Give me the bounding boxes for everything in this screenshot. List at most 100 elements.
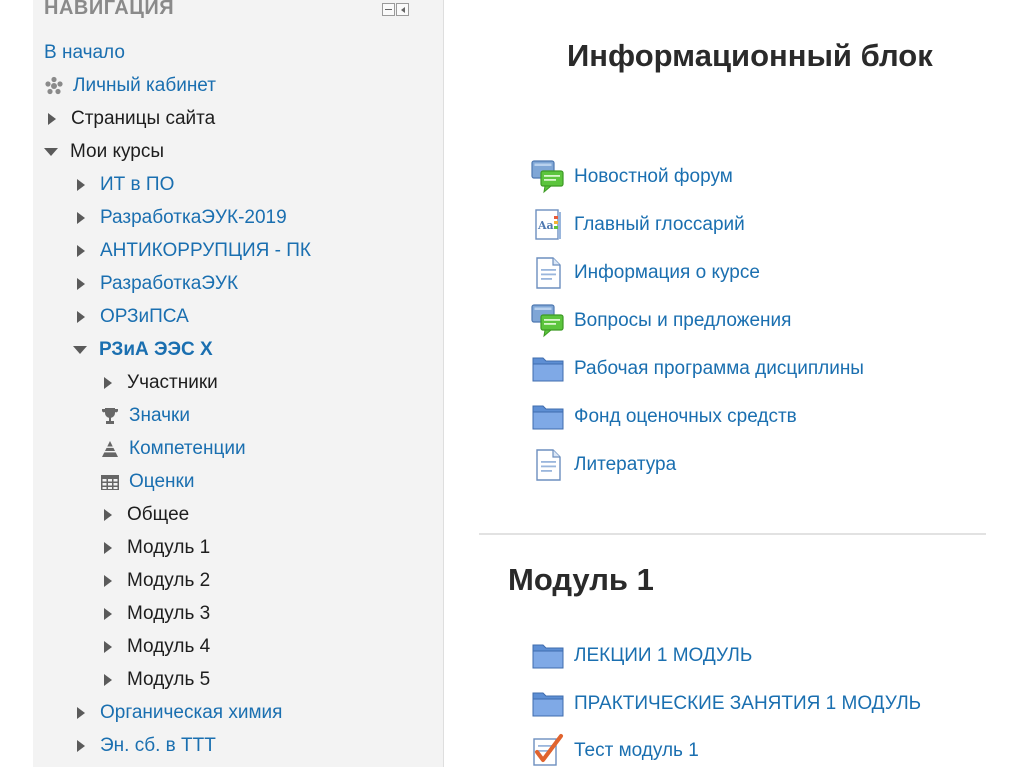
nav-item-label: В начало [44, 42, 125, 63]
collapsed-triangle-icon[interactable] [77, 740, 85, 752]
nav-item[interactable]: Участники [100, 370, 218, 396]
nav-item-label: РазработкаЭУК-2019 [100, 207, 287, 228]
activity-label[interactable]: Тест модуль 1 [574, 740, 699, 762]
nav-item[interactable]: Органическая химия [73, 700, 282, 726]
nav-item-label: Значки [129, 405, 190, 426]
dashboard-icon [44, 76, 64, 96]
collapsed-triangle-icon[interactable] [104, 608, 112, 620]
collapsed-triangle-icon[interactable] [77, 707, 85, 719]
nav-item-label: Модуль 4 [127, 636, 211, 657]
activity-link[interactable]: Новостной форум [530, 159, 733, 195]
page-icon [530, 255, 566, 291]
nav-item[interactable]: Страницы сайта [44, 106, 215, 132]
activity-label[interactable]: Информация о курсе [574, 262, 760, 284]
activity-label[interactable]: Рабочая программа дисциплины [574, 358, 864, 380]
page-icon [530, 447, 566, 483]
nav-item-label: Модуль 3 [127, 603, 211, 624]
nav-item[interactable]: Модуль 4 [100, 634, 210, 660]
nav-item[interactable]: Модуль 1 [100, 535, 210, 561]
collapsed-triangle-icon[interactable] [104, 377, 112, 389]
activity-label[interactable]: Главный глоссарий [574, 214, 745, 236]
nav-item[interactable]: Мои курсы [44, 139, 164, 165]
activity-label[interactable]: ПРАКТИЧЕСКИЕ ЗАНЯТИЯ 1 МОДУЛЬ [574, 693, 921, 715]
collapsed-triangle-icon[interactable] [77, 278, 85, 290]
nav-item-label: Участники [127, 372, 218, 393]
nav-item[interactable]: Компетенции [100, 436, 246, 462]
info-block-title: Информационный блок [567, 38, 933, 73]
nav-item[interactable]: Оценки [100, 469, 194, 495]
activity-link[interactable]: ПРАКТИЧЕСКИЕ ЗАНЯТИЯ 1 МОДУЛЬ [530, 686, 921, 722]
collapsed-triangle-icon[interactable] [77, 245, 85, 257]
competencies-icon [100, 439, 120, 459]
page: НАВИГАЦИЯ В начало Личный кабинет Страницы… [0, 0, 1024, 767]
nav-item-label: Компетенции [129, 438, 246, 459]
nav-item[interactable]: АНТИКОРРУПЦИЯ - ПК [73, 238, 311, 264]
nav-item[interactable]: Модуль 3 [100, 601, 210, 627]
collapsed-triangle-icon[interactable] [77, 179, 85, 191]
collapsed-triangle-icon[interactable] [104, 641, 112, 653]
collapsed-triangle-icon[interactable] [77, 311, 85, 323]
nav-item[interactable]: РЗиА ЭЭС Х [73, 337, 213, 363]
nav-item[interactable]: Личный кабинет [44, 73, 216, 99]
nav-item[interactable]: Эн. сб. в ТТТ [73, 733, 216, 759]
expanded-triangle-icon[interactable] [44, 148, 58, 156]
navigation-header: НАВИГАЦИЯ [44, 0, 175, 19]
nav-item[interactable]: РазработкаЭУК [73, 271, 238, 297]
nav-item[interactable]: РазработкаЭУК-2019 [73, 205, 287, 231]
navigation-block: НАВИГАЦИЯ В начало Личный кабинет Страницы… [33, 0, 444, 767]
activity-link[interactable]: ЛЕКЦИИ 1 МОДУЛЬ [530, 638, 752, 674]
nav-item-label: Модуль 2 [127, 570, 211, 591]
activity-link[interactable]: Литература [530, 447, 676, 483]
activity-link[interactable]: Фонд оценочных средств [530, 399, 797, 435]
nav-item-label: Личный кабинет [73, 75, 216, 96]
nav-item[interactable]: Значки [100, 403, 190, 429]
block-controls [382, 3, 409, 16]
activity-link[interactable]: Информация о курсе [530, 255, 760, 291]
activity-link[interactable]: Рабочая программа дисциплины [530, 351, 864, 387]
nav-item[interactable]: В начало [44, 40, 125, 66]
nav-item-label: ИТ в ПО [100, 174, 175, 195]
section-divider [479, 533, 986, 535]
nav-item-label: Страницы сайта [71, 108, 216, 129]
activity-label[interactable]: Новостной форум [574, 166, 733, 188]
nav-item[interactable]: ИТ в ПО [73, 172, 174, 198]
nav-item-label: Модуль 1 [127, 537, 211, 558]
expanded-triangle-icon[interactable] [73, 346, 87, 354]
nav-item-label: РазработкаЭУК [100, 273, 239, 294]
collapsed-triangle-icon[interactable] [48, 113, 56, 125]
nav-item-label: Модуль 5 [127, 669, 211, 690]
module1-title: Модуль 1 [508, 562, 654, 597]
svg-text:Aa: Aa [537, 219, 554, 232]
nav-item-label: Оценки [129, 471, 195, 492]
folder-icon [530, 351, 566, 387]
activity-label[interactable]: Литература [574, 454, 676, 476]
nav-item[interactable]: Модуль 2 [100, 568, 210, 594]
forum-icon [530, 159, 566, 195]
folder-icon [530, 399, 566, 435]
activity-link[interactable]: Aa Главный глоссарий [530, 207, 745, 243]
collapse-block-button[interactable] [382, 3, 395, 16]
activity-label[interactable]: Фонд оценочных средств [574, 406, 797, 428]
activity-link[interactable]: Вопросы и предложения [530, 303, 791, 339]
activity-label[interactable]: ЛЕКЦИИ 1 МОДУЛЬ [574, 645, 752, 667]
trophy-icon [100, 406, 120, 426]
activity-link[interactable]: Тест модуль 1 [530, 733, 699, 767]
nav-item-label: АНТИКОРРУПЦИЯ - ПК [100, 240, 311, 261]
nav-item[interactable]: Модуль 5 [100, 667, 210, 693]
activity-label[interactable]: Вопросы и предложения [574, 310, 791, 332]
nav-item-label: Органическая химия [100, 702, 283, 723]
collapsed-triangle-icon[interactable] [104, 509, 112, 521]
nav-item-label: ОРЗиПСА [100, 306, 189, 327]
grades-table-icon [100, 472, 120, 492]
forum-icon [530, 303, 566, 339]
nav-item-label: Общее [127, 504, 190, 525]
dock-block-button[interactable] [396, 3, 409, 16]
nav-item-label: РЗиА ЭЭС Х [99, 339, 213, 360]
collapsed-triangle-icon[interactable] [104, 575, 112, 587]
collapsed-triangle-icon[interactable] [104, 674, 112, 686]
nav-item[interactable]: Общее [100, 502, 189, 528]
collapsed-triangle-icon[interactable] [104, 542, 112, 554]
collapsed-triangle-icon[interactable] [77, 212, 85, 224]
nav-item[interactable]: ОРЗиПСА [73, 304, 189, 330]
glossary-icon: Aa [530, 207, 566, 243]
